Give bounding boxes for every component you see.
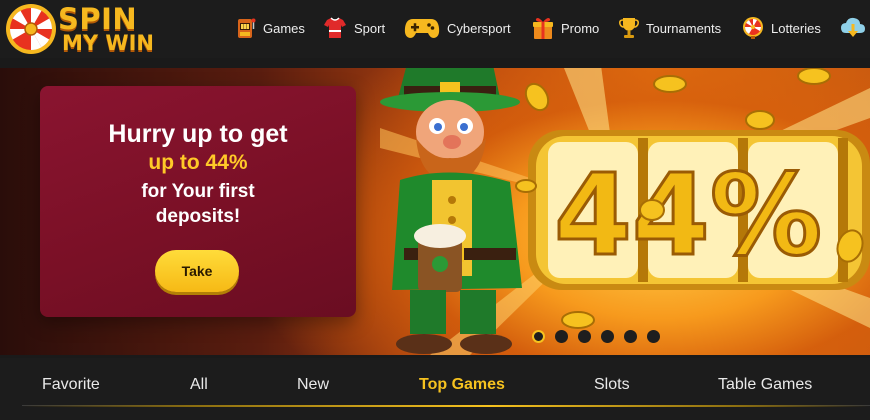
nav-lotteries-label: Lotteries [771,20,821,36]
nav-sport[interactable]: Sport [323,14,385,42]
carousel-dot-5[interactable] [624,330,637,343]
promo-subline-2: deposits! [155,206,241,227]
trophy-icon [619,18,639,38]
logo-text-spin: SPIN [58,2,138,36]
carousel-dot-2[interactable] [555,330,568,343]
roulette-wheel-icon [6,4,56,54]
nav-tournaments[interactable]: Tournaments [619,14,721,42]
tab-favorite[interactable]: Favorite [42,376,100,394]
logo-text-my-win: MY WIN [62,31,154,55]
nav-cybersport[interactable]: Cybersport [404,14,511,42]
tab-all[interactable]: All [190,376,208,394]
big-percent-text: 44% [554,151,822,281]
download-cloud-icon [841,17,865,37]
carousel-dot-1[interactable] [532,330,545,343]
promo-card: Hurry up to get up to 44% for Your first… [40,86,356,317]
nav-lotteries[interactable]: Lotteries [742,14,821,42]
carousel-dot-6[interactable] [647,330,660,343]
nav-games[interactable]: Games [236,14,305,42]
promo-highlight: up to 44% [148,151,248,174]
tabs-active-underline [22,405,870,407]
nav-promo-label: Promo [561,20,600,36]
lottery-wheel-icon [743,17,763,39]
spin-my-win-logo[interactable]: SPIN MY WIN [4,2,154,56]
carousel-dot-4[interactable] [601,330,614,343]
top-header: SPIN MY WIN Games Sport Cybersport Promo… [0,0,870,58]
nav-tournaments-label: Tournaments [646,20,722,36]
slot-machine-icon [238,18,256,38]
take-bonus-button[interactable]: Take [155,250,239,292]
nav-promo[interactable]: Promo [532,14,599,42]
game-category-tabs: Favorite All New Top Games Slots Table G… [0,358,870,420]
carousel-dot-3[interactable] [578,330,591,343]
nav-cybersport-label: Cybersport [447,20,511,36]
promo-banner[interactable]: 44% Hurry up to get up to 44% for Your f… [0,68,870,355]
tab-slots[interactable]: Slots [594,376,630,394]
jersey-icon [324,17,346,38]
tab-table-games[interactable]: Table Games [718,376,812,394]
gift-icon [533,18,553,39]
nav-sport-label: Sport [354,20,386,36]
promo-subline: for Your first [141,181,255,202]
carousel-pagination [532,330,660,343]
nav-games-label: Games [263,20,305,36]
nav-download-app[interactable] [840,14,866,42]
tab-new[interactable]: New [297,376,329,394]
promo-headline: Hurry up to get [108,120,288,148]
tab-top-games[interactable]: Top Games [419,376,505,394]
gamepad-icon [404,19,440,38]
